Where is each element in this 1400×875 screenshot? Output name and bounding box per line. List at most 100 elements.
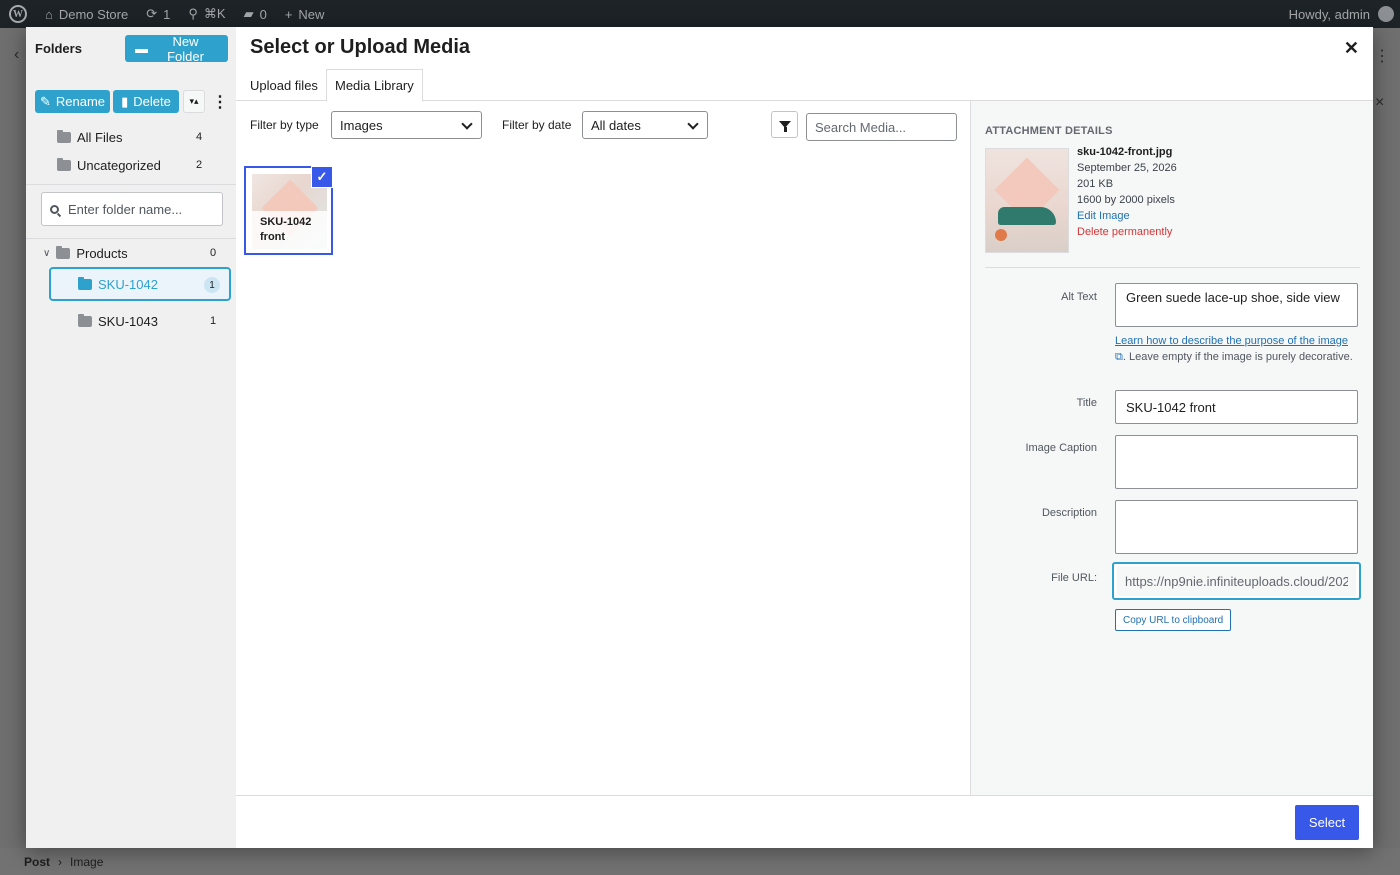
alt-text-field[interactable]: Green suede lace-up shoe, side view [1115, 283, 1358, 327]
title-label: Title [1076, 397, 1097, 409]
attachment-details-heading: ATTACHMENT DETAILS [985, 125, 1113, 137]
breadcrumb-separator: › [58, 854, 63, 869]
kebab-menu-icon: ⋮ [212, 93, 228, 111]
folder-search-placeholder: Enter folder name... [68, 201, 183, 217]
select-button[interactable]: Select [1295, 805, 1359, 840]
folder-label: SKU-1043 [98, 313, 158, 329]
details-divider [985, 267, 1360, 268]
folder-count: 2 [196, 159, 203, 171]
site-name-link[interactable]: ⌂ Demo Store [36, 0, 137, 28]
description-label: Description [1041, 507, 1097, 519]
folder-icon [78, 276, 92, 290]
filter-icon [778, 121, 791, 132]
folder-search-field[interactable]: Enter folder name... [41, 192, 223, 226]
image-caption-field[interactable] [1115, 435, 1358, 489]
folder-count: 4 [196, 131, 203, 143]
editor-options-icon: ⋮ [1374, 48, 1390, 65]
command-search-button[interactable]: ⚲ ⌘K [179, 0, 234, 28]
folder-sku-1043[interactable]: SKU-1043 1 [78, 309, 236, 333]
collapse-chevron-icon[interactable]: ∨ [43, 248, 50, 259]
media-modal: Folders ▬ New Folder ✎ Rename ▮ Delete ▾… [26, 27, 1373, 848]
close-icon: ✕ [1343, 38, 1359, 58]
admin-bar: W ⌂ Demo Store ⟳ 1 ⚲ ⌘K ▰ 0 + New Howdy,… [0, 0, 1400, 28]
folder-label: Products [76, 245, 128, 261]
wordpress-logo-button[interactable]: W [0, 0, 36, 28]
editor-close-icon: × [1375, 94, 1385, 111]
rename-folder-button[interactable]: ✎ Rename [35, 90, 110, 113]
tab-upload-files[interactable]: Upload files [242, 69, 326, 102]
alt-text-help-link[interactable]: Learn how to describe the purpose of the… [1115, 335, 1348, 347]
filter-date-value: All dates [591, 117, 641, 133]
selected-check-button[interactable]: ✓ [311, 166, 333, 188]
my-account-link[interactable]: Howdy, admin [1289, 0, 1394, 28]
edit-image-link[interactable]: Edit Image [1077, 210, 1130, 222]
sort-icon: ▾▴ [189, 96, 199, 106]
tab-media-library[interactable]: Media Library [326, 69, 423, 102]
new-folder-button[interactable]: ▬ New Folder [125, 33, 228, 64]
file-url-field[interactable] [1117, 566, 1356, 596]
folder-icon [56, 245, 71, 259]
new-folder-label: New Folder [167, 33, 204, 64]
attachment-date: September 25, 2026 [1077, 162, 1177, 174]
attachment-preview-image [985, 148, 1069, 253]
image-caption-label: Image Caption [1025, 442, 1097, 454]
comments-link[interactable]: ▰ 0 [235, 0, 276, 28]
breadcrumb-root[interactable]: Post [24, 855, 50, 869]
breadcrumb-current[interactable]: Image [70, 855, 103, 869]
advanced-filter-button[interactable] [771, 111, 798, 138]
attachment-details-panel: ATTACHMENT DETAILS sku-1042-front.jpg Se… [970, 101, 1373, 795]
greeting-text: Howdy, admin [1288, 6, 1370, 22]
delete-folder-button[interactable]: ▮ Delete [113, 90, 179, 113]
attachment-item[interactable]: SKU-1042 front ✓ [244, 166, 333, 255]
alt-text-label: Alt Text [1061, 291, 1097, 303]
folder-sku-1042[interactable]: SKU-1042 1 [49, 267, 231, 301]
updates-count: 1 [163, 6, 171, 22]
folder-label: SKU-1042 [98, 276, 158, 292]
rename-label: Rename [55, 94, 106, 109]
sort-folders-button[interactable]: ▾▴ [183, 90, 205, 113]
filter-date-select[interactable]: All dates [582, 111, 708, 139]
search-icon: ⚲ [188, 6, 198, 21]
trash-icon: ▮ [121, 93, 129, 109]
new-content-link[interactable]: + New [276, 0, 334, 28]
site-name-label: Demo Store [58, 6, 129, 22]
modal-title: Select or Upload Media [250, 36, 471, 58]
updates-icon: ⟳ [146, 6, 158, 21]
folder-icon [78, 313, 92, 327]
folder-products[interactable]: ∨ Products 0 [43, 241, 236, 265]
title-field[interactable] [1115, 390, 1358, 424]
folder-label: Uncategorized [77, 157, 161, 173]
filter-type-select[interactable]: Images [331, 111, 482, 139]
sidebar-divider [26, 238, 236, 239]
editor-breadcrumb: Post › Image [0, 848, 1400, 875]
description-field[interactable] [1115, 500, 1358, 554]
folder-icon [57, 157, 71, 171]
search-shortcut: ⌘K [203, 6, 226, 21]
media-tabs: Upload files Media Library [236, 69, 1373, 102]
file-url-label: File URL: [1051, 572, 1097, 584]
attachment-filename: sku-1042-front.jpg [1077, 146, 1173, 158]
folder-all-files[interactable]: All Files 4 [57, 125, 236, 149]
folder-more-options-button[interactable]: ⋮ [212, 90, 228, 113]
attachment-caption: SKU-1042 front [252, 211, 327, 249]
folder-count: 1 [210, 315, 217, 327]
folder-count-badge: 1 [204, 277, 220, 293]
filter-type-label: Filter by type [250, 118, 319, 132]
folder-count: 0 [210, 247, 217, 259]
plus-icon: + [284, 6, 293, 22]
updates-link[interactable]: ⟳ 1 [137, 0, 179, 28]
wordpress-icon: W [9, 5, 27, 23]
close-modal-button[interactable]: ✕ [1344, 38, 1359, 59]
folders-sidebar: Folders ▬ New Folder ✎ Rename ▮ Delete ▾… [26, 27, 236, 848]
chevron-down-icon [687, 118, 699, 130]
search-media-input[interactable] [806, 113, 957, 141]
attachment-dimensions: 1600 by 2000 pixels [1077, 194, 1175, 206]
filter-date-label: Filter by date [502, 118, 572, 132]
folder-uncategorized[interactable]: Uncategorized 2 [57, 153, 236, 177]
folder-icon: ▬ [135, 41, 148, 56]
copy-url-button[interactable]: Copy URL to clipboard [1115, 609, 1232, 631]
delete-permanently-link[interactable]: Delete permanently [1077, 226, 1172, 238]
avatar [1378, 6, 1394, 22]
file-url-focus-ring [1112, 562, 1361, 600]
pencil-icon: ✎ [39, 93, 51, 109]
